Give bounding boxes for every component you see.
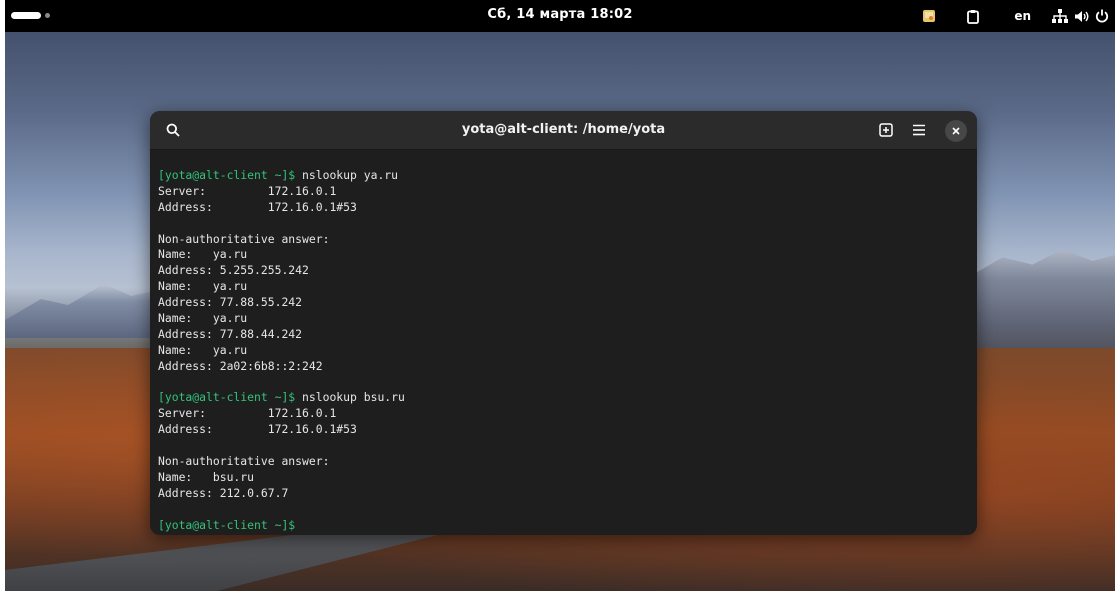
window-title: yota@alt-client: /home/yota xyxy=(461,122,666,137)
output-text: Name: bsu.ru xyxy=(158,469,255,484)
top-bar: Сб, 14 марта 18:02 en xyxy=(5,0,1115,32)
terminal-line: [yota@alt-client ~]$ xyxy=(158,518,977,534)
output-text: Server: 172.16.0.1 xyxy=(158,183,337,198)
terminal-line: Name: ya.ru xyxy=(158,311,977,327)
output-text: Address: 172.16.0.1#53 xyxy=(158,422,357,437)
clipboard-icon[interactable] xyxy=(962,0,984,32)
terminal-line: Non-authoritative answer: xyxy=(158,454,977,470)
terminal-line: [yota@alt-client ~]$ nslookup ya.ru xyxy=(158,168,977,184)
terminal-line: Name: ya.ru xyxy=(158,247,977,263)
output-text: Server: 172.16.0.1 xyxy=(158,406,337,421)
output-text: Address: 172.16.0.1#53 xyxy=(158,199,357,214)
terminal-line: [yota@alt-client ~]$ nslookup bsu.ru xyxy=(158,390,977,406)
terminal-line: Address: 212.0.67.7 xyxy=(158,486,977,502)
new-tab-icon[interactable] xyxy=(875,119,897,141)
shell-prompt: [yota@alt-client ~]$ xyxy=(158,168,296,182)
output-text: Address: 212.0.67.7 xyxy=(158,485,289,500)
shell-command: nslookup ya.ru xyxy=(295,168,399,182)
terminal-line: Non-authoritative answer: xyxy=(158,232,977,248)
output-text: Name: ya.ru xyxy=(158,247,248,262)
output-text: Address: 5.255.255.242 xyxy=(158,263,309,278)
terminal-output[interactable]: [yota@alt-client ~]$ nslookup ya.ru Serve… xyxy=(150,150,977,533)
terminal-line: Server: 172.16.0.1 xyxy=(158,184,977,200)
terminal-line: Address: 77.88.44.242 xyxy=(158,327,977,343)
shell-prompt: [yota@alt-client ~]$ xyxy=(158,517,296,532)
terminal-line: Name: bsu.ru xyxy=(158,470,977,486)
output-text: Address: 77.88.44.242 xyxy=(158,326,303,341)
network-icon[interactable] xyxy=(1049,0,1071,32)
output-text: Name: ya.ru xyxy=(158,279,248,294)
workspace-inactive-indicator xyxy=(45,13,50,18)
hamburger-menu-icon[interactable] xyxy=(908,119,930,141)
terminal-line: Name: ya.ru xyxy=(158,343,977,359)
activities-button[interactable] xyxy=(11,12,50,19)
workspace-active-indicator xyxy=(11,12,41,19)
terminal-line: Address: 172.16.0.1#53 xyxy=(158,200,977,216)
terminal-line: Name: ya.ru xyxy=(158,279,977,295)
terminal-line: Address: 5.255.255.242 xyxy=(158,263,977,279)
screenshot-indicator-icon[interactable] xyxy=(918,0,940,32)
terminal-line: Address: 77.88.55.242 xyxy=(158,295,977,311)
clock[interactable]: Сб, 14 марта 18:02 xyxy=(487,7,632,22)
shell-command: nslookup bsu.ru xyxy=(295,390,405,405)
output-text: Address: 77.88.55.242 xyxy=(158,295,303,310)
terminal-line: Address: 2a02:6b8::2:242 xyxy=(158,359,977,375)
system-tray: en xyxy=(918,0,1115,32)
output-text: Address: 2a02:6b8::2:242 xyxy=(158,358,323,373)
output-text: Non-authoritative answer: xyxy=(158,231,330,246)
close-icon[interactable] xyxy=(945,120,967,142)
terminal-window[interactable]: yota@alt-client: /home/yota [yota@alt-cl… xyxy=(150,111,977,535)
terminal-line: Server: 172.16.0.1 xyxy=(158,406,977,422)
shell-prompt: [yota@alt-client ~]$ xyxy=(158,390,296,405)
terminal-titlebar[interactable]: yota@alt-client: /home/yota xyxy=(150,111,977,150)
language-indicator[interactable]: en xyxy=(1014,0,1031,32)
terminal-line: Address: 172.16.0.1#53 xyxy=(158,422,977,438)
output-text: Non-authoritative answer: xyxy=(158,454,330,469)
output-text: Name: ya.ru xyxy=(158,342,248,357)
power-icon[interactable] xyxy=(1091,0,1113,32)
volume-icon[interactable] xyxy=(1071,0,1091,32)
wallpaper-mountains-right xyxy=(965,249,1115,363)
output-text: Name: ya.ru xyxy=(158,311,248,326)
